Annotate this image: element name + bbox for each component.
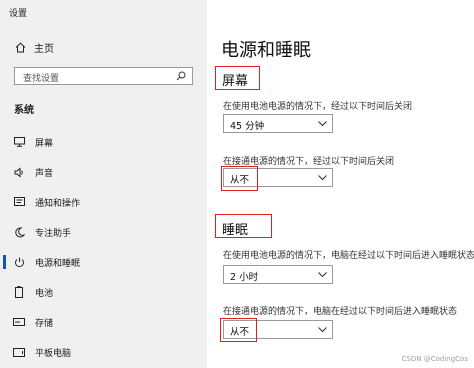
dropdown-value: 45 分钟 xyxy=(230,121,265,132)
speaker-icon xyxy=(12,165,26,179)
sidebar-item-label: 电池 xyxy=(35,288,54,299)
active-indicator xyxy=(3,255,6,269)
sidebar-item-label: 存储 xyxy=(35,318,54,329)
chevron-down-icon xyxy=(318,121,327,127)
power-icon xyxy=(12,255,26,269)
value-highlight-box xyxy=(221,166,258,191)
search-input[interactable]: 查找设置 xyxy=(14,67,193,85)
sidebar-item-label: 电源和睡眠 xyxy=(35,258,81,269)
tablet-icon xyxy=(12,345,26,359)
notification-icon xyxy=(12,195,26,209)
screen-battery-label: 在使用电池电源的情况下，经过以下时间后关闭 xyxy=(223,102,413,112)
moon-icon xyxy=(12,225,26,239)
sidebar-item-focus-assist[interactable]: 专注助手 xyxy=(12,224,202,240)
sidebar-item-battery[interactable]: 电池 xyxy=(12,284,202,300)
monitor-icon xyxy=(12,135,26,149)
sidebar-home[interactable]: 主页 xyxy=(15,40,54,55)
search-placeholder: 查找设置 xyxy=(23,74,60,84)
sleep-battery-label: 在使用电池电源的情况下，电脑在经过以下时间后进入睡眠状态 xyxy=(223,251,474,261)
sidebar-group-label: 系统 xyxy=(14,105,34,116)
battery-icon xyxy=(12,285,26,299)
sidebar-item-label: 屏幕 xyxy=(35,138,54,149)
home-icon xyxy=(15,42,26,52)
sidebar-item-power-sleep[interactable]: 电源和睡眠 xyxy=(3,254,202,270)
window-title: 设置 xyxy=(9,9,28,19)
sidebar-item-tablet[interactable]: 平板电脑 xyxy=(12,344,202,360)
sidebar-item-label: 声音 xyxy=(35,168,54,179)
sidebar-item-notifications[interactable]: 通知和操作 xyxy=(12,194,202,210)
sidebar-item-storage[interactable]: 存储 xyxy=(12,314,202,330)
sleep-plugged-label: 在接通电源的情况下，电脑在经过以下时间后进入睡眠状态 xyxy=(223,307,458,317)
home-label: 主页 xyxy=(34,43,54,55)
sidebar-item-screen[interactable]: 屏幕 xyxy=(12,134,202,150)
chevron-down-icon xyxy=(318,175,327,181)
chevron-down-icon xyxy=(318,327,327,333)
dropdown-value: 2 小时 xyxy=(230,272,259,283)
sidebar-item-label: 专注助手 xyxy=(35,228,72,239)
search-icon[interactable] xyxy=(176,71,186,81)
sidebar-item-label: 通知和操作 xyxy=(35,198,81,209)
page-title: 电源和睡眠 xyxy=(221,40,311,61)
heading-highlight-box xyxy=(215,66,260,90)
watermark: CSDN @CodingCos xyxy=(401,355,468,363)
value-highlight-box xyxy=(220,318,257,342)
sidebar: 设置 主页 查找设置 系统 屏幕 声音 通知和操作 专注助手 电源和睡眠 电池 … xyxy=(0,0,207,368)
sleep-battery-dropdown[interactable]: 2 小时 xyxy=(223,265,333,284)
screen-battery-dropdown[interactable]: 45 分钟 xyxy=(223,114,333,133)
sidebar-item-sound[interactable]: 声音 xyxy=(12,164,202,180)
heading-highlight-box xyxy=(215,214,272,238)
sidebar-item-label: 平板电脑 xyxy=(35,348,72,359)
chevron-down-icon xyxy=(318,272,327,278)
storage-icon xyxy=(12,315,26,329)
